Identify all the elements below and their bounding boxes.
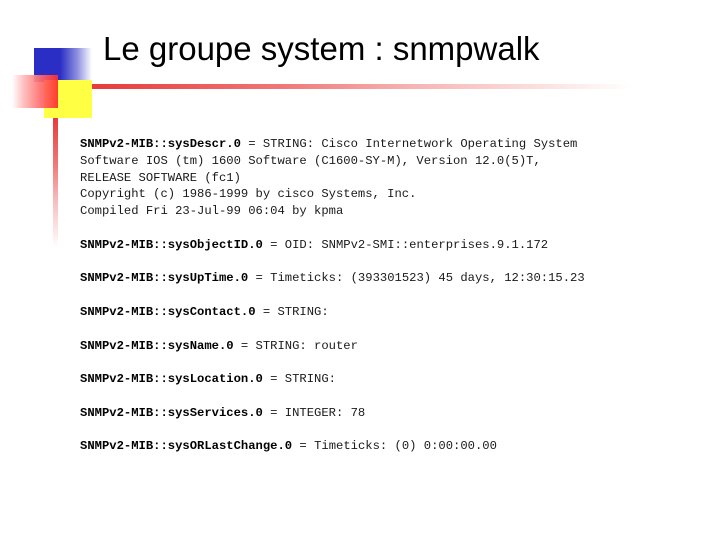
oid-value: Timeticks: (393301523) 45 days, 12:30:15… (270, 271, 585, 286)
oid-name: SNMPv2-MIB::sysName.0 (80, 338, 234, 353)
decorative-vertical-line (53, 118, 58, 248)
assign-operator: = (292, 439, 315, 454)
decorative-red-square (12, 75, 58, 108)
entry-continuation-line: Software IOS (tm) 1600 Software (C1600-S… (80, 153, 585, 170)
oid-name: SNMPv2-MIB::sysContact.0 (80, 304, 256, 319)
snmp-entry: SNMPv2-MIB::sysServices.0 = INTEGER: 78 (80, 405, 585, 422)
snmp-entry: SNMPv2-MIB::sysObjectID.0 = OID: SNMPv2-… (80, 237, 585, 254)
slide: Le groupe system : snmpwalk SNMPv2-MIB::… (0, 0, 720, 540)
oid-value: Timeticks: (0) 0:00:00.00 (314, 439, 497, 454)
title-underline (92, 84, 632, 89)
entry-first-line: SNMPv2-MIB::sysUpTime.0 = Timeticks: (39… (80, 270, 585, 287)
oid-value: STRING: (277, 304, 329, 319)
entry-first-line: SNMPv2-MIB::sysLocation.0 = STRING: (80, 371, 585, 388)
oid-value: Compiled Fri 23-Jul-99 06:04 by kpma (80, 204, 344, 219)
snmp-entry: SNMPv2-MIB::sysLocation.0 = STRING: (80, 371, 585, 388)
assign-operator: = (240, 137, 263, 151)
snmp-entry: SNMPv2-MIB::sysContact.0 = STRING: (80, 304, 585, 321)
assign-operator: = (262, 237, 285, 252)
slide-title: Le groupe system : snmpwalk (103, 30, 540, 67)
oid-name: SNMPv2-MIB::sysORLastChange.0 (80, 439, 293, 454)
snmpwalk-output: SNMPv2-MIB::sysDescr.0 = STRING: Cisco I… (80, 136, 585, 472)
entry-first-line: SNMPv2-MIB::sysServices.0 = INTEGER: 78 (80, 405, 585, 422)
oid-value: STRING: router (255, 338, 358, 353)
assign-operator: = (233, 338, 256, 353)
oid-name: SNMPv2-MIB::sysServices.0 (80, 405, 263, 420)
oid-value: INTEGER: 78 (284, 405, 366, 420)
oid-value: Copyright (c) 1986-1999 by cisco Systems… (80, 187, 417, 202)
oid-value: STRING: Cisco Internetwork Operating Sys… (262, 137, 578, 151)
snmp-entry: SNMPv2-MIB::sysName.0 = STRING: router (80, 338, 585, 355)
entry-continuation-line: Compiled Fri 23-Jul-99 06:04 by kpma (80, 203, 585, 220)
snmp-entry: SNMPv2-MIB::sysUpTime.0 = Timeticks: (39… (80, 270, 585, 287)
oid-name: SNMPv2-MIB::sysDescr.0 (80, 137, 241, 151)
snmp-entry: SNMPv2-MIB::sysORLastChange.0 = Timetick… (80, 438, 585, 455)
entry-first-line: SNMPv2-MIB::sysContact.0 = STRING: (80, 304, 585, 321)
oid-name: SNMPv2-MIB::sysUpTime.0 (80, 271, 249, 286)
entry-first-line: SNMPv2-MIB::sysObjectID.0 = OID: SNMPv2-… (80, 237, 585, 254)
oid-value: STRING: (284, 372, 336, 387)
assign-operator: = (248, 271, 271, 286)
assign-operator: = (262, 372, 285, 387)
oid-value: RELEASE SOFTWARE (fc1) (80, 170, 241, 185)
assign-operator: = (255, 304, 278, 319)
entry-continuation-line: Copyright (c) 1986-1999 by cisco Systems… (80, 186, 585, 203)
oid-value: OID: SNMPv2-SMI::enterprises.9.1.172 (284, 237, 549, 252)
entry-first-line: SNMPv2-MIB::sysORLastChange.0 = Timetick… (80, 438, 585, 455)
entry-continuation-line: RELEASE SOFTWARE (fc1) (80, 170, 585, 187)
oid-name: SNMPv2-MIB::sysLocation.0 (80, 372, 263, 387)
snmp-entry: SNMPv2-MIB::sysDescr.0 = STRING: Cisco I… (80, 136, 585, 220)
oid-value: Software IOS (tm) 1600 Software (C1600-S… (80, 153, 541, 168)
entry-first-line: SNMPv2-MIB::sysDescr.0 = STRING: Cisco I… (80, 136, 585, 153)
entry-first-line: SNMPv2-MIB::sysName.0 = STRING: router (80, 338, 585, 355)
assign-operator: = (262, 405, 285, 420)
oid-name: SNMPv2-MIB::sysObjectID.0 (80, 237, 263, 252)
